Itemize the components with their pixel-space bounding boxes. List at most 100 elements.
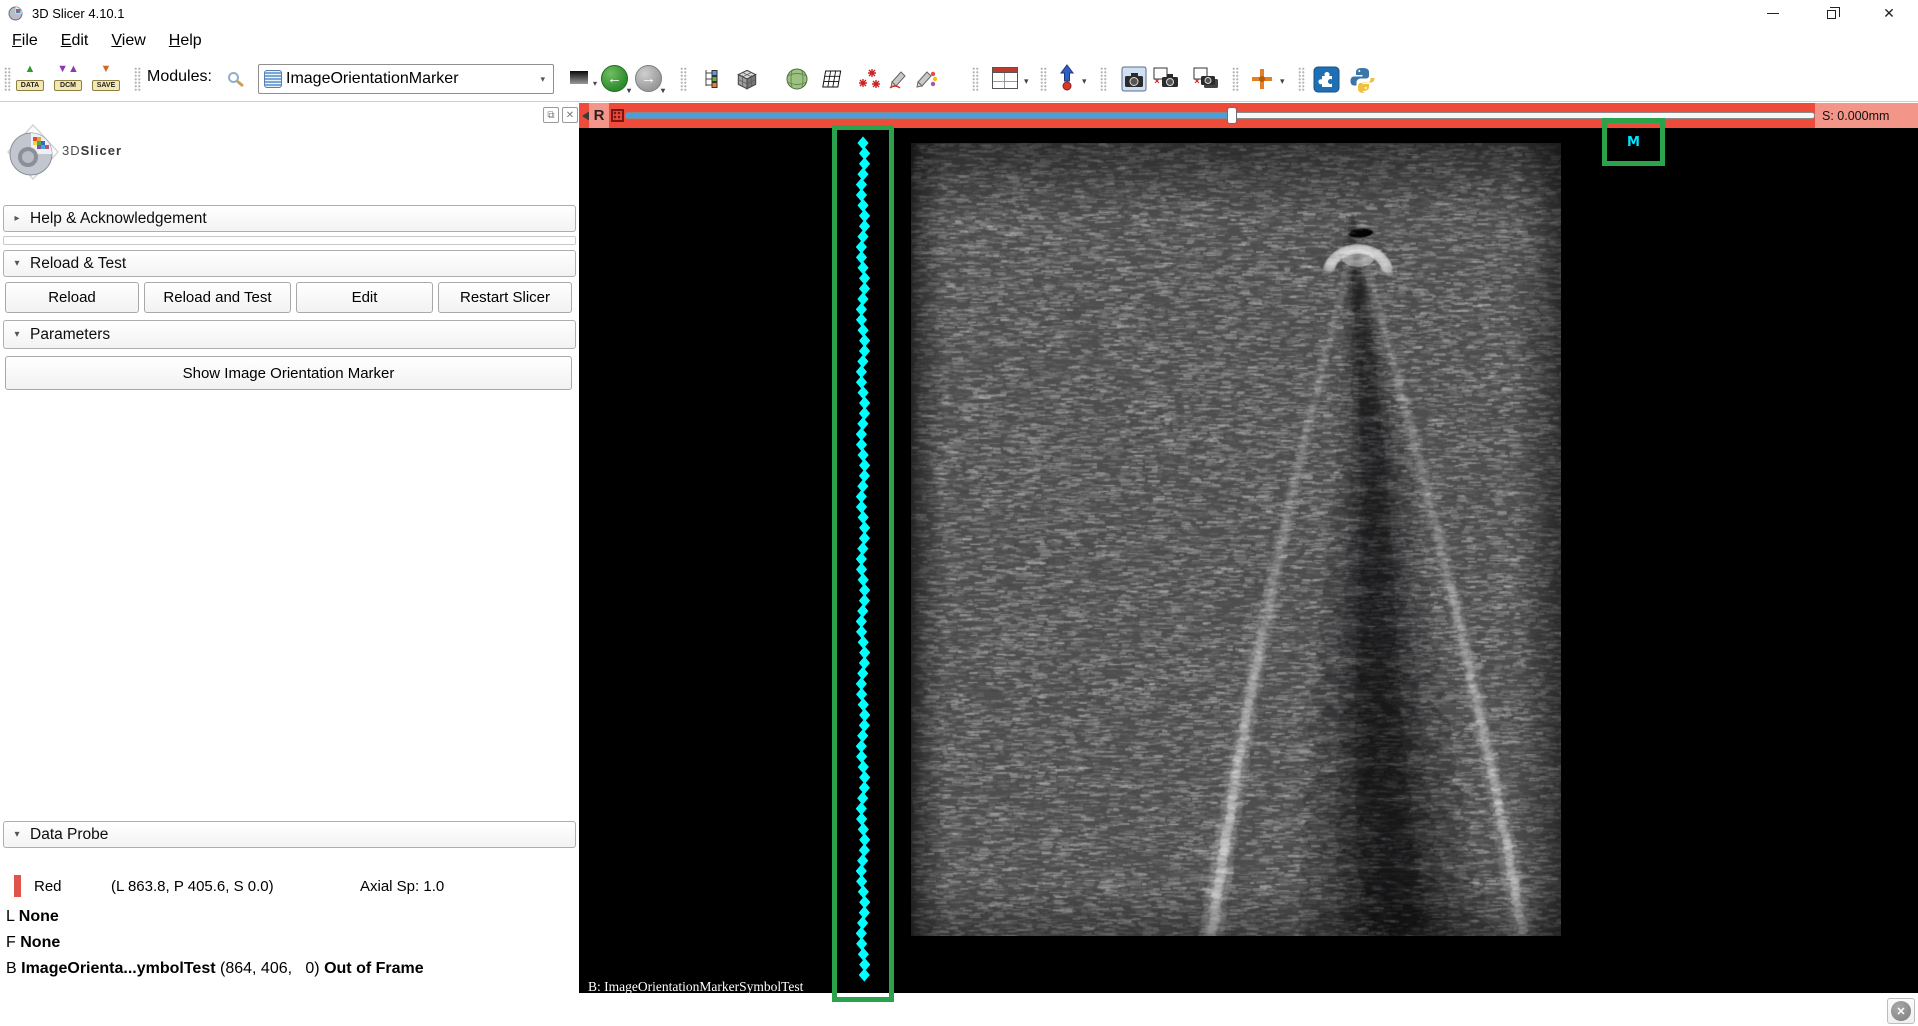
- menu-view[interactable]: View: [101, 29, 155, 53]
- module-history-icon[interactable]: [570, 71, 588, 84]
- load-data-icon[interactable]: ▲DATA: [16, 65, 44, 93]
- slice-name: Red: [34, 878, 62, 895]
- annotations-pencil-icon[interactable]: [884, 65, 912, 93]
- probe-layer-background: B ImageOrienta...ymbolTest (864, 406, 0)…: [6, 960, 424, 978]
- slice-link-icon[interactable]: [611, 109, 624, 122]
- screenshot-camera-icon[interactable]: [1120, 65, 1148, 93]
- red-slice-color-swatch: [14, 875, 21, 897]
- slice-spacing: Axial Sp: 1.0: [360, 878, 444, 895]
- volume-rendering-sphere-icon[interactable]: [783, 65, 811, 93]
- toolbar-drag-handle[interactable]: [1298, 67, 1305, 91]
- orientation-marker-letter: M: [1627, 135, 1640, 150]
- statusbar-close-button[interactable]: ✕: [1887, 998, 1915, 1024]
- slicer-logo-text: 3DSlicer: [62, 143, 122, 158]
- load-dicom-icon[interactable]: ▼▲DCM: [54, 65, 82, 93]
- app-window: 3D Slicer 4.10.1 ✕ File Edit View Help ▲…: [0, 0, 1918, 1026]
- toolbar-drag-handle[interactable]: [972, 67, 979, 91]
- restore-button[interactable]: [1802, 0, 1860, 26]
- mouse-interaction-mode-icon[interactable]: [1060, 64, 1074, 92]
- crosshair-icon[interactable]: [1248, 65, 1276, 93]
- toolbar-drag-handle[interactable]: [680, 67, 687, 91]
- toolbar-drag-handle[interactable]: [134, 67, 141, 91]
- collapsed-section-frame: [3, 236, 576, 245]
- module-panel: ⧉ ✕ 3DSlicer ▸ Help & Acknowledgement: [0, 103, 579, 1026]
- layout-dropdown-icon[interactable]: ▾: [1024, 76, 1029, 87]
- slice-orientation-label: R: [589, 103, 609, 128]
- toolbar: ▲DATA ▼▲DCM ▼SAVE Modules: ImageOrientat…: [0, 56, 1918, 102]
- slice-view-area[interactable]: B: ImageOrientationMarkerSymbolTest: [579, 128, 1918, 993]
- toolbar-drag-handle[interactable]: [4, 67, 11, 91]
- markups-fiducials-icon[interactable]: [856, 65, 884, 93]
- panel-close-icon[interactable]: ✕: [562, 107, 578, 123]
- section-label: Reload & Test: [30, 255, 126, 273]
- app-icon: [8, 5, 24, 21]
- close-button[interactable]: ✕: [1860, 0, 1918, 26]
- titlebar: 3D Slicer 4.10.1 ✕: [0, 0, 1918, 26]
- collapse-down-icon: ▾: [4, 258, 30, 269]
- annotations-edit-icon[interactable]: [912, 65, 940, 93]
- window-title: 3D Slicer 4.10.1: [32, 6, 125, 21]
- save-data-icon[interactable]: ▼SAVE: [92, 65, 120, 93]
- close-icon: ✕: [1883, 6, 1895, 20]
- show-image-orientation-marker-button[interactable]: Show Image Orientation Marker: [5, 356, 572, 390]
- forward-icon[interactable]: →: [635, 65, 662, 92]
- fiducial-marker-line: [856, 135, 870, 987]
- section-parameters[interactable]: ▾ Parameters: [3, 320, 576, 349]
- module-search-icon[interactable]: [228, 72, 239, 83]
- toolbar-drag-handle[interactable]: [1232, 67, 1239, 91]
- python-console-icon[interactable]: [1348, 65, 1376, 93]
- toolbar-drag-handle[interactable]: [1100, 67, 1107, 91]
- red-slice-viewer: R S: 0.000mm B: ImageOrientationMarkerSy…: [579, 103, 1918, 993]
- restart-slicer-button[interactable]: Restart Slicer: [438, 282, 572, 313]
- module-tree-icon[interactable]: [698, 65, 726, 93]
- edit-button[interactable]: Edit: [296, 282, 433, 313]
- highlight-rectangle-orientation-marker: M: [1602, 118, 1665, 166]
- toolbar-drag-handle[interactable]: [1040, 67, 1047, 91]
- section-label: Help & Acknowledgement: [30, 210, 207, 228]
- corner-annotation: B: ImageOrientationMarkerSymbolTest: [588, 979, 803, 993]
- combo-dropdown-icon: ▾: [540, 74, 545, 85]
- transforms-grid-icon[interactable]: [818, 65, 846, 93]
- probe-layer-label: L None: [6, 908, 59, 926]
- layout-selector-icon[interactable]: [992, 67, 1018, 89]
- module-selector-combobox[interactable]: ImageOrientationMarker ▾: [258, 64, 554, 94]
- back-icon[interactable]: ←: [601, 65, 628, 92]
- collapse-down-icon: ▾: [4, 829, 30, 840]
- reload-and-test-button[interactable]: Reload and Test: [144, 282, 291, 313]
- main-area: ⧉ ✕ 3DSlicer ▸ Help & Acknowledgement: [0, 103, 1918, 1026]
- menubar: File Edit View Help: [0, 26, 1918, 56]
- slice-ras-coordinates: (L 863.8, P 405.6, S 0.0): [111, 878, 274, 895]
- statusbar: ✕: [0, 993, 1918, 1026]
- crosshair-dropdown-icon[interactable]: ▾: [1280, 76, 1285, 87]
- close-circle-icon: ✕: [1891, 1001, 1911, 1021]
- section-reload-test[interactable]: ▾ Reload & Test: [3, 250, 576, 277]
- slider-fill: [626, 113, 1232, 118]
- modules-label: Modules:: [147, 68, 212, 86]
- menu-help[interactable]: Help: [159, 29, 212, 53]
- mouse-mode-dropdown-icon[interactable]: ▾: [1082, 76, 1087, 87]
- panel-undock-icon[interactable]: ⧉: [543, 107, 559, 123]
- sample-data-cube-icon[interactable]: [733, 65, 761, 93]
- selected-module: ImageOrientationMarker: [286, 70, 459, 88]
- section-label: Data Probe: [30, 826, 108, 844]
- scene-view-restore-icon[interactable]: [1192, 65, 1220, 93]
- slice-offset-value: S: 0.000mm: [1815, 103, 1918, 128]
- collapse-right-icon: ▸: [4, 213, 30, 224]
- menu-file[interactable]: File: [2, 29, 48, 53]
- collapse-down-icon: ▾: [4, 329, 30, 340]
- menu-edit[interactable]: Edit: [51, 29, 99, 53]
- ultrasound-image[interactable]: [911, 143, 1561, 936]
- extensions-manager-icon[interactable]: [1312, 65, 1340, 93]
- module-icon: [264, 70, 282, 88]
- section-help-acknowledgement[interactable]: ▸ Help & Acknowledgement: [3, 205, 576, 232]
- section-data-probe[interactable]: ▾ Data Probe: [3, 821, 576, 848]
- minimize-icon: [1767, 13, 1779, 14]
- slice-controller-bar: R S: 0.000mm: [579, 103, 1918, 128]
- probe-layer-foreground: F None: [6, 934, 60, 952]
- section-label: Parameters: [30, 326, 110, 344]
- minimize-button[interactable]: [1744, 0, 1802, 26]
- reload-button[interactable]: Reload: [5, 282, 139, 313]
- slider-handle[interactable]: [1227, 107, 1237, 124]
- restore-icon: [1827, 10, 1836, 19]
- scene-view-capture-icon[interactable]: [1152, 65, 1180, 93]
